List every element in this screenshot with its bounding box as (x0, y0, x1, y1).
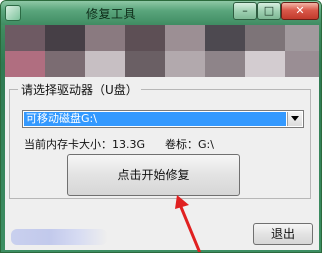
close-button[interactable]: ✕ (281, 2, 319, 20)
maximize-button[interactable]: □ (257, 2, 281, 20)
drive-select[interactable]: 可移动磁盘G:\ (22, 110, 304, 128)
minimize-button[interactable]: – (233, 2, 257, 20)
group-title: 请选择驱动器（U盘） (18, 81, 141, 98)
repair-tool-window: 修复工具 – □ ✕ 请选择驱动器（U盘） 可移动磁盘G:\ 当前内存卡大小：1… (0, 0, 322, 253)
window-title: 修复工具 (86, 7, 137, 21)
dialog-body: 请选择驱动器（U盘） 可移动磁盘G:\ 当前内存卡大小：13.3G 卷标：G:\ … (5, 77, 319, 250)
chevron-down-icon[interactable] (287, 112, 302, 126)
start-repair-button[interactable]: 点击开始修复 (67, 154, 240, 196)
drive-info-row: 当前内存卡大小：13.3G 卷标：G:\ (24, 136, 214, 152)
title-bar[interactable]: 修复工具 – □ ✕ (1, 1, 321, 25)
volume-label: 卷标：G:\ (165, 138, 214, 151)
blurred-footer-text (11, 229, 107, 245)
blurred-banner-image (5, 25, 319, 77)
capacity-label: 当前内存卡大小：13.3G (24, 138, 146, 151)
drive-select-value[interactable]: 可移动磁盘G:\ (24, 112, 286, 126)
app-icon (5, 5, 21, 21)
exit-button[interactable]: 退出 (253, 223, 313, 245)
